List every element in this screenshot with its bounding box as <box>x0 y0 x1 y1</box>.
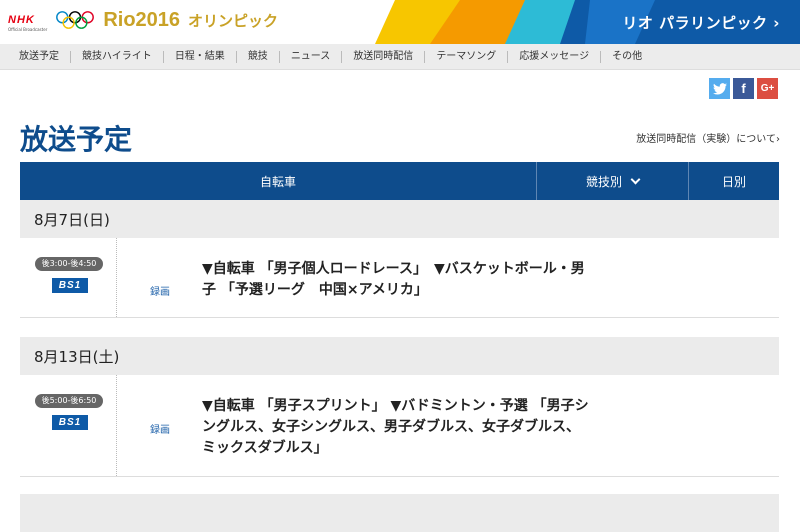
simulcast-info-link[interactable]: 放送同時配信（実験）について› <box>636 130 780 145</box>
nav-item-simulcast[interactable]: 放送同時配信 <box>342 50 426 63</box>
page-title: 放送予定 <box>20 123 133 156</box>
program-line: ミックスダブルス」 <box>202 440 328 456</box>
facebook-icon[interactable]: f <box>733 78 754 99</box>
program-line: 子 「予選リーグ 中国×アメリカ」 <box>202 282 428 298</box>
logo-group: NHK Official Broadcaster Rio2016 オリンピック <box>8 8 279 33</box>
sport-filter-label: 競技別 <box>585 174 622 189</box>
site-header: NHK Official Broadcaster Rio2016 オリンピック … <box>0 0 800 44</box>
bs1-channel-icon: BS1 <box>52 415 88 430</box>
nav-item-schedule[interactable]: 放送予定 <box>10 50 71 63</box>
chevron-down-icon <box>630 174 641 184</box>
time-column: 後5:00-後6:50 BS1 <box>20 375 117 476</box>
nav-item-sports[interactable]: 競技 <box>237 50 280 63</box>
program-row: 後3:00-後4:50 BS1 録画 ▼自転車 「男子個人ロードレース」 ▼バス… <box>20 238 779 318</box>
nav-item-results[interactable]: 日程・結果 <box>164 50 237 63</box>
date-header: 8月13日(土) <box>20 337 779 375</box>
bs1-channel-icon: BS1 <box>52 278 88 293</box>
nav-item-other[interactable]: その他 <box>601 51 653 63</box>
time-column: 後3:00-後4:50 BS1 <box>20 238 117 317</box>
google-plus-icon[interactable]: G+ <box>757 78 778 99</box>
time-badge: 後3:00-後4:50 <box>35 257 103 271</box>
nav-item-messages[interactable]: 応援メッセージ <box>508 50 602 63</box>
date-header: 8月7日(日) <box>20 200 779 238</box>
nav-item-highlights[interactable]: 競技ハイライト <box>71 50 164 63</box>
program-title[interactable]: ▼自転車 「男子スプリント」 ▼バドミントン・予選 「男子シ ングルス、女子シン… <box>202 396 642 459</box>
time-badge: 後5:00-後6:50 <box>35 394 103 408</box>
sport-filter-dropdown[interactable]: 競技別 <box>536 162 688 200</box>
recording-label: 録画 <box>150 425 170 436</box>
main-nav: 放送予定 競技ハイライト 日程・結果 競技 ニュース 放送同時配信 テーマソング… <box>0 44 800 70</box>
program-line: ングルス、女子シングルス、男子ダブルス、女子ダブルス、 <box>202 419 580 435</box>
share-buttons: f G+ <box>709 78 778 99</box>
program-line: ▼自転車 「男子個人ロードレース」 ▼バスケットボール・男 <box>202 261 585 277</box>
date-header-next <box>20 494 779 532</box>
recording-label: 録画 <box>150 287 170 298</box>
schedule-table-header: 自転車 競技別 日別 <box>20 162 779 200</box>
nav-item-theme-song[interactable]: テーマソング <box>425 50 509 63</box>
nhk-logo[interactable]: NHK Official Broadcaster <box>8 8 47 32</box>
header-sport-name: 自転車 <box>259 174 296 189</box>
nav-item-news[interactable]: ニュース <box>280 50 343 63</box>
program-title[interactable]: ▼自転車 「男子個人ロードレース」 ▼バスケットボール・男 子 「予選リーグ 中… <box>202 259 642 301</box>
program-line: ▼自転車 「男子スプリント」 ▼バドミントン・予選 「男子シ <box>202 398 589 414</box>
paralympic-link[interactable]: リオ パラリンピック › <box>622 12 780 33</box>
program-row: 後5:00-後6:50 BS1 録画 ▼自転車 「男子スプリント」 ▼バドミント… <box>20 375 779 477</box>
date-filter-tab[interactable]: 日別 <box>688 162 779 200</box>
rio2016-logo[interactable]: Rio2016 <box>103 9 180 32</box>
olympic-rings-icon <box>56 11 95 29</box>
olympic-label: オリンピック <box>188 11 279 30</box>
twitter-icon[interactable] <box>709 78 730 99</box>
